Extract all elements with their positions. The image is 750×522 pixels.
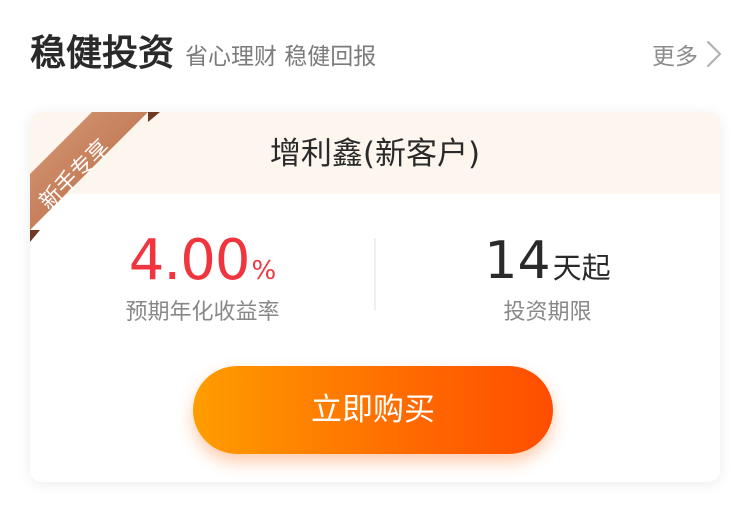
page: 稳健投资 省心理财 稳健回报 更多 增利鑫(新客户) 新手专享 4.00% 预期…: [0, 0, 750, 522]
rate-stat: 4.00% 预期年化收益率: [30, 230, 375, 328]
more-link[interactable]: 更多: [652, 36, 722, 72]
card-header: 增利鑫(新客户): [30, 112, 720, 194]
product-card[interactable]: 增利鑫(新客户) 新手专享 4.00% 预期年化收益率 14天起 投资期限 立即…: [30, 112, 720, 482]
term-label: 投资期限: [503, 300, 592, 325]
section-header: 稳健投资 省心理财 稳健回报 更多: [0, 0, 750, 100]
term-stat: 14天起 投资期限: [375, 230, 720, 328]
rate-label: 预期年化收益率: [125, 300, 280, 325]
buy-now-button[interactable]: 立即购买: [193, 366, 553, 454]
chevron-right-icon: [706, 40, 722, 68]
rate-number: 4.00: [128, 228, 251, 293]
term-value: 14天起: [375, 230, 720, 292]
section-title: 稳健投资: [30, 33, 175, 74]
rate-unit: %: [251, 256, 277, 286]
rate-value: 4.00%: [30, 230, 375, 292]
product-name: 增利鑫(新客户): [269, 136, 481, 172]
more-label: 更多: [652, 44, 698, 70]
section-subtitle: 省心理财 稳健回报: [185, 44, 377, 70]
term-unit: 天起: [552, 251, 611, 285]
term-number: 14: [484, 231, 551, 291]
